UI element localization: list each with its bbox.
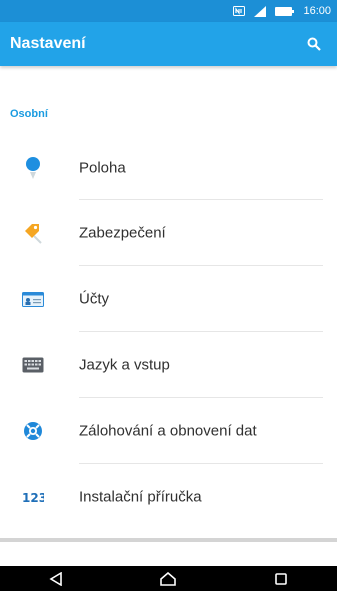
page-title: Nastavení — [10, 35, 86, 52]
back-icon[interactable] — [36, 566, 76, 591]
settings-item-security[interactable]: Zabezpečení — [0, 200, 337, 266]
settings-item-label: Zálohování a obnovení dat — [79, 422, 257, 440]
home-icon[interactable] — [148, 566, 188, 591]
search-icon[interactable] — [305, 35, 323, 53]
accounts-card-icon — [22, 288, 44, 310]
section-header: Osobní — [10, 108, 48, 120]
app-bar: Nastavení — [0, 22, 337, 66]
recents-icon[interactable] — [261, 566, 301, 591]
status-time: 16:00 — [303, 5, 331, 17]
status-bar: 16:00 — [0, 0, 337, 22]
setup-guide-123-icon: 123 — [22, 486, 44, 508]
settings-item-accounts[interactable]: Účty — [0, 266, 337, 332]
security-key-icon — [22, 222, 44, 244]
settings-list: Poloha Zabezpečení Účty Jazyk a vstup Zá… — [0, 136, 337, 530]
nfc-icon — [233, 6, 246, 16]
settings-item-label: Účty — [79, 290, 109, 308]
battery-icon — [275, 6, 295, 16]
settings-item-label: Zabezpečení — [79, 224, 166, 242]
backup-lifebuoy-icon — [22, 420, 44, 442]
signal-icon — [253, 5, 267, 17]
navigation-bar — [0, 566, 337, 591]
settings-item-language-input[interactable]: Jazyk a vstup — [0, 332, 337, 398]
settings-item-label: Instalační příručka — [79, 488, 202, 506]
settings-item-setup-guide[interactable]: 123 Instalační příručka — [0, 464, 337, 530]
location-pin-icon — [22, 157, 44, 179]
svg-text:123: 123 — [22, 491, 44, 504]
settings-item-backup[interactable]: Zálohování a obnovení dat — [0, 398, 337, 464]
settings-item-location[interactable]: Poloha — [0, 136, 337, 200]
settings-item-label: Poloha — [79, 159, 126, 177]
bottom-divider — [0, 538, 337, 542]
settings-item-label: Jazyk a vstup — [79, 356, 170, 374]
keyboard-icon — [22, 354, 44, 376]
